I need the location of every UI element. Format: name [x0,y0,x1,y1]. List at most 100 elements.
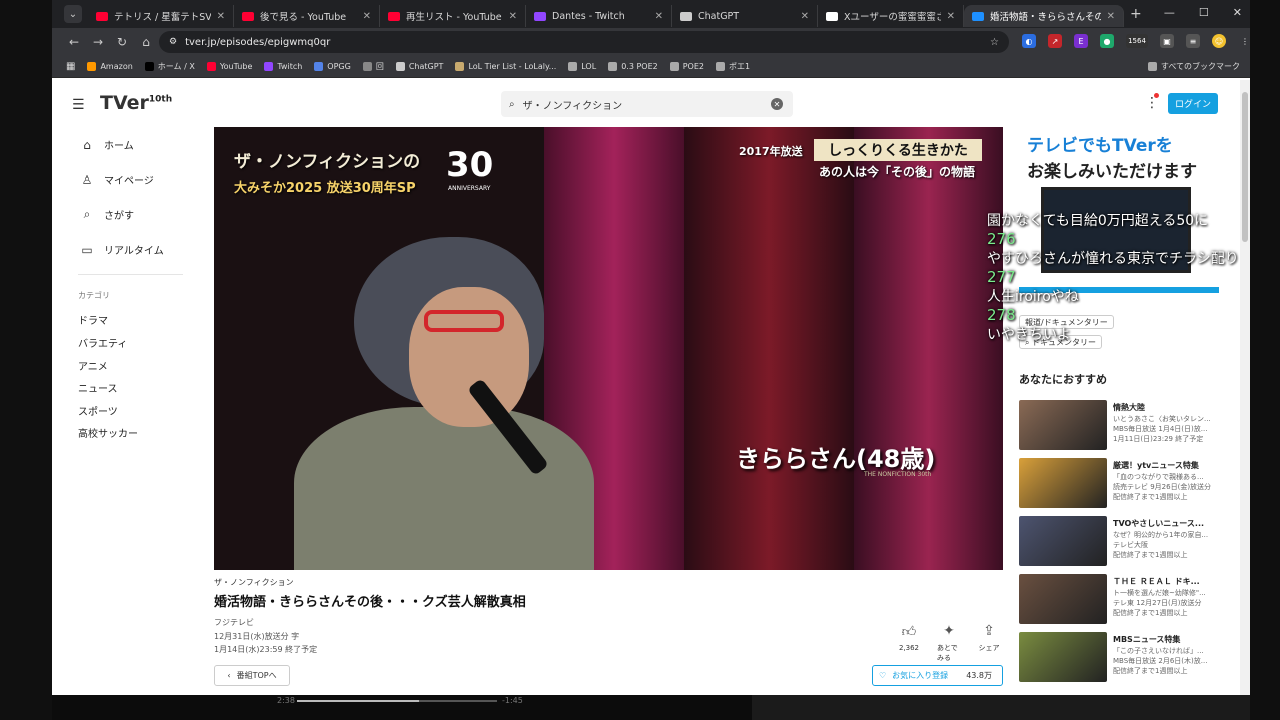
extension-icon[interactable]: ● [1100,34,1114,48]
clear-search-icon[interactable]: ✕ [771,98,783,110]
browser-tab[interactable]: テトリス / 星奮テトSV - YouTube ✕ [88,5,234,27]
recommend-thumbnail[interactable] [1019,632,1107,682]
like-button[interactable]: 👍︎ 2,362 [897,623,921,663]
tab-close-icon[interactable]: ✕ [217,11,225,22]
watch-later-button[interactable]: ✦ あとでみる [937,623,961,663]
video-player[interactable]: ザ・ノンフィクションの 大みそか2025 放送30周年SP 30 ANNIVER… [214,127,1003,570]
all-bookmarks-folder[interactable]: すべてのブックマーク [1147,61,1240,72]
site-info-icon[interactable]: ⚙ [169,37,177,47]
overlay-program-title: ザ・ノンフィクションの [234,152,421,172]
tab-search-button[interactable]: ⌄ [64,5,82,23]
bookmark-item[interactable]: 回 [362,61,384,72]
all-bookmarks-label: すべてのブックマーク [1160,62,1240,71]
share-button[interactable]: ⇪ シェア [977,623,1001,663]
profile-avatar[interactable]: ☺ [1212,34,1226,48]
browser-tab[interactable]: 後で見る - YouTube ✕ [234,5,380,27]
bookmark-item[interactable]: Twitch [264,61,302,72]
login-button[interactable]: ログイン [1168,93,1218,114]
extensions-puzzle-icon[interactable]: ▣ [1160,34,1174,48]
home-icon[interactable]: ⌂ [134,35,158,49]
apps-grid-icon[interactable]: ▦ [66,61,75,72]
tab-close-icon[interactable]: ✕ [1107,11,1115,22]
bookmark-item[interactable]: YouTube [206,61,252,72]
search-input[interactable]: ⌕ ザ・ノンフィクション ✕ [501,91,793,117]
tab-close-icon[interactable]: ✕ [801,11,809,22]
recommend-item[interactable]: 情熱大陸 いとうあさこ〈お笑いタレン... MBS毎日放送 1月4日(日)放... 1… [1019,400,1219,452]
sidebar-item-realtime[interactable]: ▭ リアルタイム [80,242,200,258]
sidebar-item-home[interactable]: ⌂ ホーム [80,137,200,153]
url-bar[interactable]: ⚙ tver.jp/episodes/epigwmq0qr ☆ [159,31,1009,53]
comment-number: 276 [987,230,1016,248]
extension-icon[interactable]: E [1074,34,1088,48]
category-variety[interactable]: バラエティ [78,335,127,350]
sidebar-item-search[interactable]: ⌕ さがす [80,207,200,222]
recommend-title: 情熱大陸 [1113,403,1145,412]
bookmark-favicon-icon [362,62,372,71]
browser-menu-icon[interactable]: ⋮ [1238,34,1250,48]
recommend-thumbnail[interactable] [1019,574,1107,624]
recommend-item[interactable]: 厳選！ytvニュース特集 「血のつながりで親様ある... 読売テレビ 9月26日(金… [1019,458,1219,510]
comment-number: 278 [987,306,1016,324]
recommend-item[interactable]: TVOやさしいニュース... なぜ？明公的から1年の家自... テレビ大阪 配信終了ま… [1019,516,1219,568]
extension-icon[interactable]: ↗ [1048,34,1062,48]
tab-close-icon[interactable]: ✕ [655,11,663,22]
bookmark-star-icon[interactable]: ☆ [990,37,999,48]
bookmark-item[interactable]: ホーム / X [144,61,195,72]
scrollbar-thumb[interactable] [1242,92,1248,242]
player-progress-fill [297,700,419,702]
tab-title: テトリス / 星奮テトSV - YouTube [114,12,211,23]
recommend-title: MBSニュース特集 [1113,635,1181,644]
recommend-line: テレビ大阪 [1113,541,1148,549]
browser-tab[interactable]: Dantes - Twitch ✕ [526,5,672,27]
browser-tab[interactable]: ChatGPT ✕ [672,5,818,27]
episode-actions: 👍︎ 2,362 ✦ あとでみる ⇪ シェア [897,623,1001,663]
reload-icon[interactable]: ↻ [110,35,134,49]
recommend-thumbnail[interactable] [1019,516,1107,566]
new-tab-button[interactable]: + [1130,6,1142,22]
media-control-icon[interactable]: ≡ [1186,34,1200,48]
bookmark-item[interactable]: POE2 [669,61,704,72]
program-name[interactable]: ザ・ノンフィクション [214,577,294,588]
bookmark-favicon-icon [314,62,324,71]
red-glasses [424,310,504,332]
tab-close-icon[interactable]: ✕ [363,11,371,22]
recommend-thumbnail[interactable] [1019,400,1107,450]
bookmark-item[interactable]: Amazon [87,61,133,72]
browser-tab[interactable]: Xユーザーの蜜蜜蜜蜜さん「1... ✕ [818,5,964,27]
recommend-line: 配信終了まで1週間以上 [1113,551,1188,559]
minimize-button[interactable]: — [1164,6,1175,19]
recommend-item[interactable]: MBSニュース特集 「この子さえいなければ」... MBS毎日放送 2月6日(木)放… [1019,632,1219,684]
bookmark-item[interactable]: LoL Tier List - LoLaly... [455,61,556,72]
recommend-title: TVOやさしいニュース... [1113,519,1205,528]
category-drama[interactable]: ドラマ [78,312,108,327]
category-high-school-soccer[interactable]: 高校サッカー [78,425,138,440]
bookmark-item[interactable]: OPGG [314,61,351,72]
browser-tab[interactable]: 再生リスト - YouTube ✕ [380,5,526,27]
category-sports[interactable]: スポーツ [78,403,118,418]
bookmark-item[interactable]: ポエ1 [715,61,750,72]
back-arrow-icon[interactable]: ← [62,35,86,49]
bookmark-item[interactable]: ChatGPT [395,61,443,72]
browser-tab[interactable]: 婚活物語・きららさんその後 ✕ [964,5,1124,27]
sidebar-item-mypage[interactable]: ♙ マイページ [80,172,200,188]
favorite-button[interactable]: ♡ お気に入り登録 43.8万 [872,665,1003,686]
recommend-item[interactable]: ＴＨＥ ＲＥＡＬ ドキ... ト一横を選んだ娘~幼隊修"... テレ東 12月27日… [1019,574,1219,626]
extension-icon[interactable]: ◐ [1022,34,1036,48]
comment-number: 277 [987,268,1016,286]
tab-close-icon[interactable]: ✕ [509,11,517,22]
category-news[interactable]: ニュース [78,380,118,395]
forward-arrow-icon[interactable]: → [86,35,110,49]
extensions-area: ◐ ↗ E ● 1564 ▣ ≡ ☺ ⋮ [1022,34,1250,48]
category-anime[interactable]: アニメ [78,358,108,373]
bookmark-item[interactable]: 0.3 POE2 [608,61,658,72]
sidebar-item-label: さがす [104,211,134,222]
bookmark-item[interactable]: LOL [568,61,596,72]
program-top-button[interactable]: ‹ 番組TOPへ [214,665,290,686]
tab-close-icon[interactable]: ✕ [947,11,955,22]
maximize-button[interactable]: ☐ [1199,6,1209,19]
page-scrollbar[interactable] [1240,80,1250,695]
heart-icon: ♡ [879,671,887,680]
close-window-button[interactable]: ✕ [1233,6,1242,19]
extension-badge[interactable]: 1564 [1126,34,1148,48]
recommend-thumbnail[interactable] [1019,458,1107,508]
